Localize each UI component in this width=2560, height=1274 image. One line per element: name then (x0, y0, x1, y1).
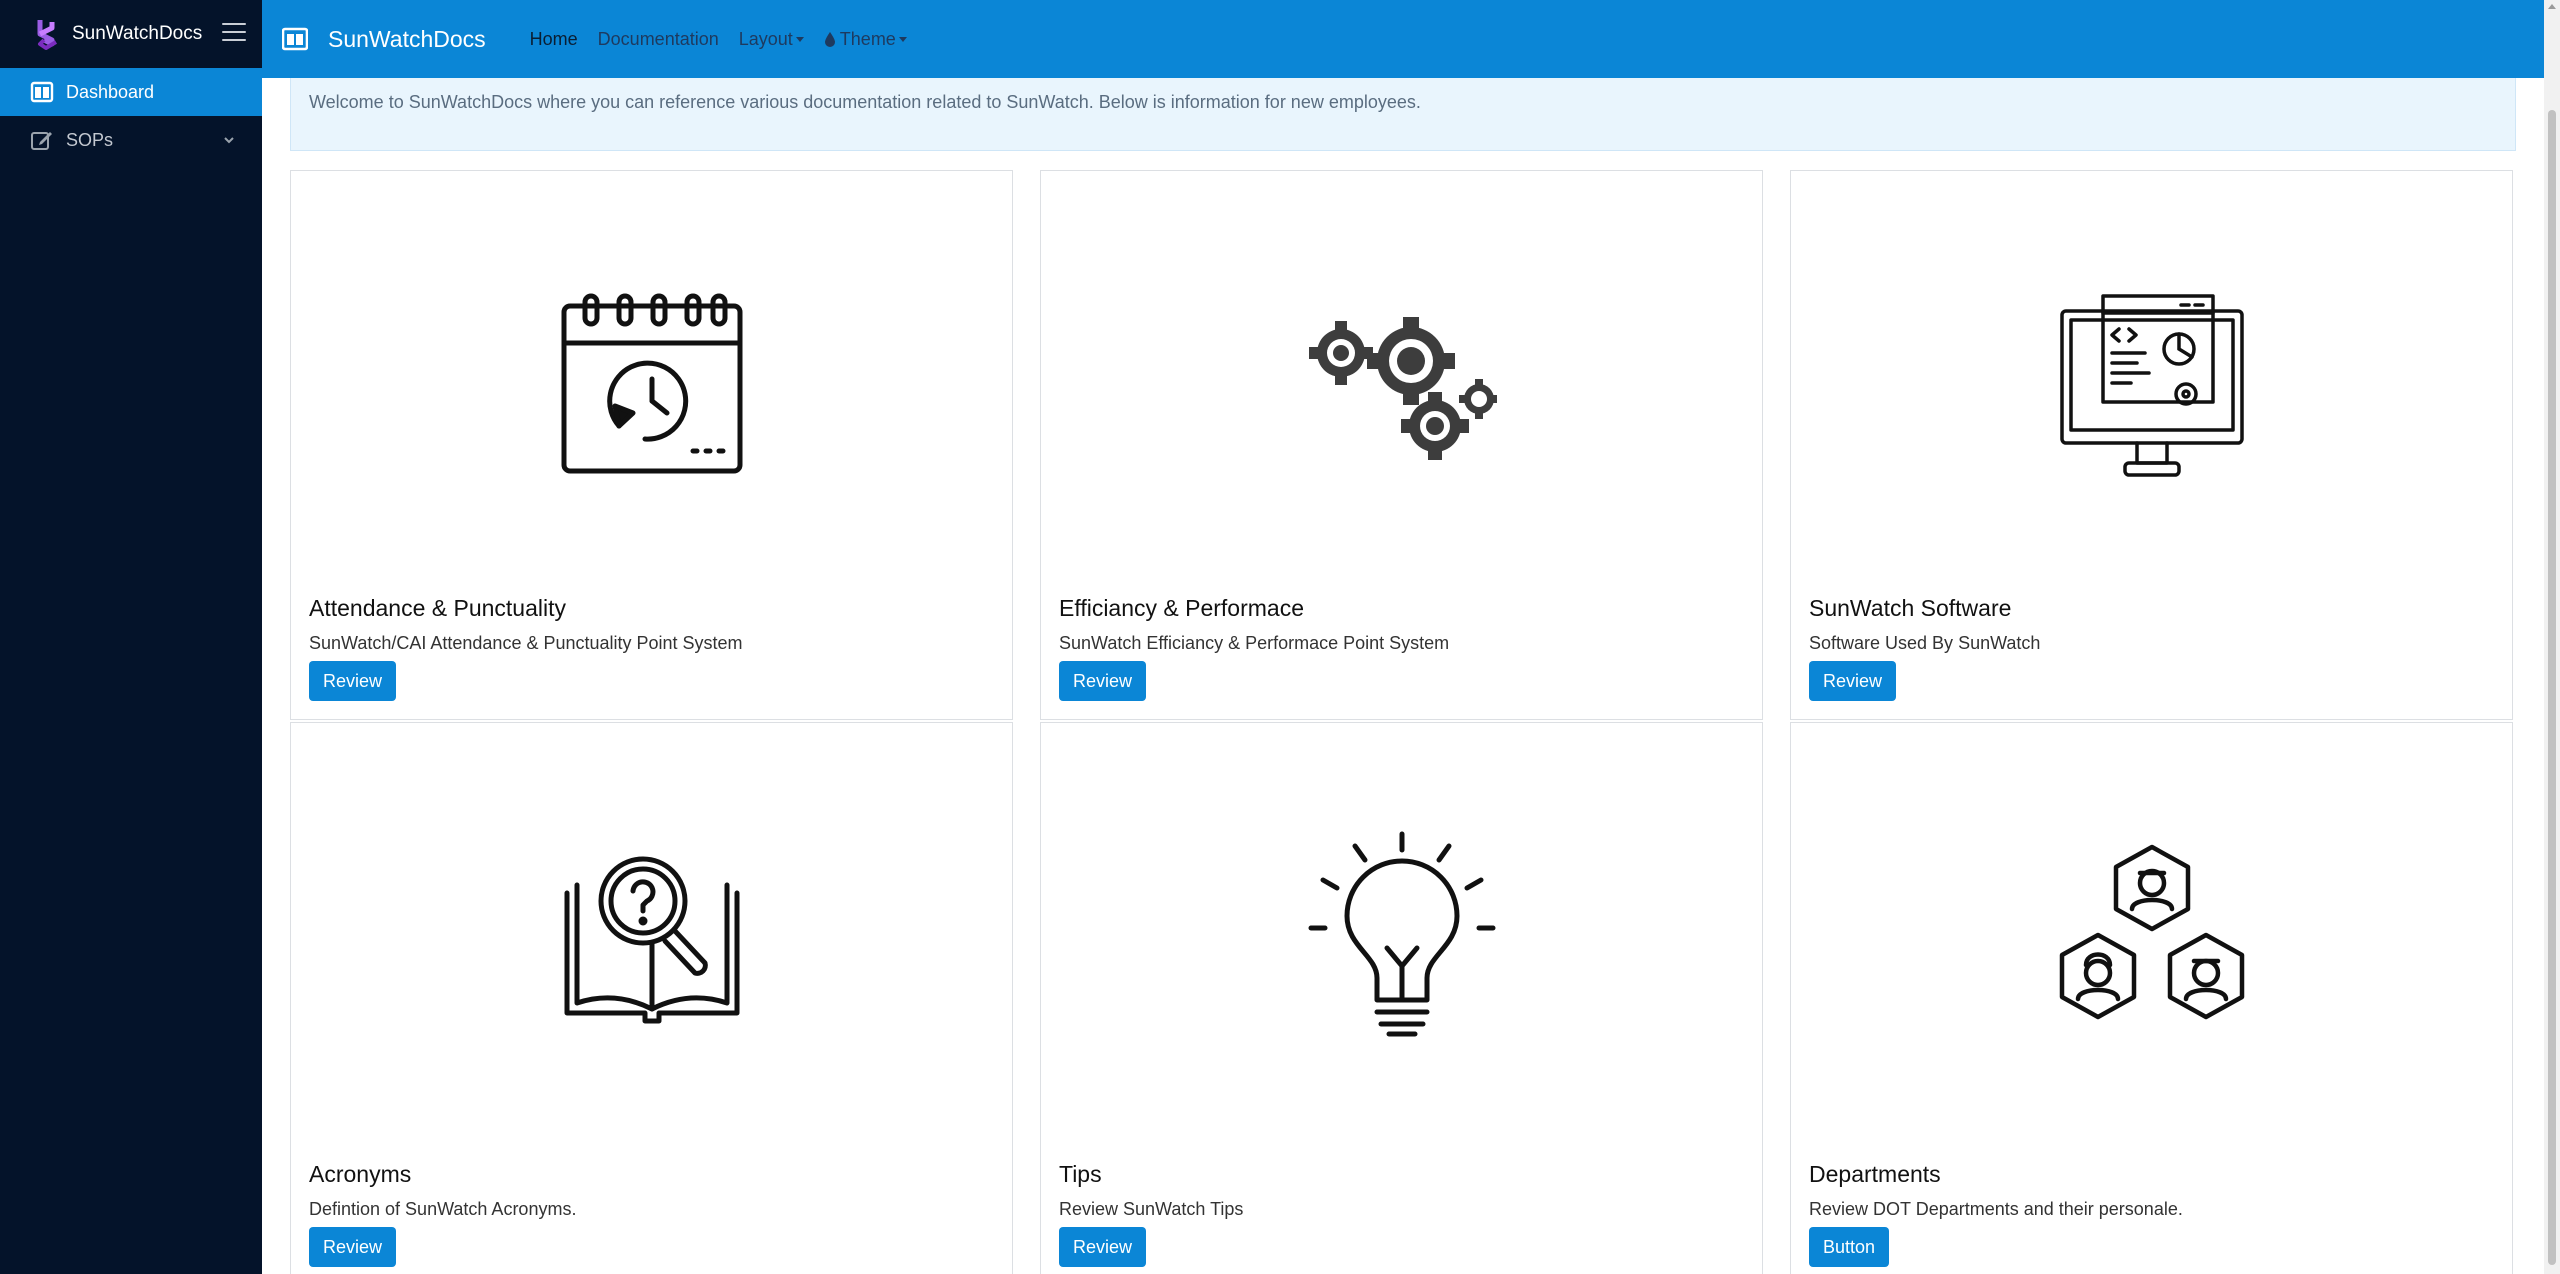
card-title: Departments (1809, 1161, 1941, 1187)
card-image (1791, 723, 2512, 1153)
card-description: SunWatch Efficiancy & Performace Point S… (1059, 633, 1450, 653)
nav-dropdown-theme[interactable]: Theme (824, 29, 907, 50)
nav-dropdown-layout[interactable]: Layout (739, 29, 804, 50)
welcome-alert-text: Welcome to SunWatchDocs where you can re… (309, 92, 1421, 112)
card-button[interactable]: Button (1809, 1227, 1890, 1267)
sidebar-brand-name: SunWatchDocs (72, 23, 203, 44)
app-root: SunWatchDocs Dashboard SOPs SunWatchDocs… (0, 0, 2560, 1274)
card-image (291, 171, 1012, 601)
review-button[interactable]: Review (309, 1227, 397, 1267)
team-hexagon-icon (2059, 844, 2244, 1020)
sidebar-item-sops[interactable]: SOPs (0, 116, 262, 164)
hamburger-menu-icon[interactable] (222, 20, 246, 44)
sidebar-item-dashboard[interactable]: Dashboard (0, 68, 262, 116)
card-acronyms: Acronyms Defintion of SunWatch Acronyms.… (290, 722, 1013, 1274)
main-content: Welcome to SunWatchDocs where you can re… (262, 78, 2544, 1274)
card-title: Attendance & Punctuality (309, 595, 566, 621)
nav-dropdown-label: Layout (738, 28, 793, 49)
book-magnifier-icon (564, 856, 739, 1024)
computer-monitor-icon (2059, 294, 2244, 477)
review-button[interactable]: Review (1059, 661, 1147, 701)
card-image (1791, 171, 2512, 601)
review-button[interactable]: Review (309, 661, 397, 701)
columns-icon (30, 80, 54, 104)
card-departments: Departments Review DOT Departments and t… (1790, 722, 2513, 1274)
nav-dropdown-label: Theme (839, 28, 896, 49)
navbar-brand-name: SunWatchDocs (328, 25, 486, 52)
navbar-brand[interactable]: SunWatchDocs (282, 26, 486, 53)
card-efficiency: Efficiancy & Performace SunWatch Efficia… (1040, 170, 1763, 720)
sidebar: SunWatchDocs Dashboard SOPs (0, 0, 262, 1274)
vertical-scrollbar[interactable] (2544, 0, 2560, 1274)
columns-icon (282, 27, 308, 51)
card-description: SunWatch/CAI Attendance & Punctuality Po… (309, 633, 743, 653)
calendar-clock-icon (561, 293, 742, 474)
card-description: Defintion of SunWatch Acronyms. (309, 1199, 577, 1219)
scrollbar-thumb[interactable] (2548, 110, 2556, 1265)
card-title: Tips (1059, 1161, 1102, 1187)
nav-link-documentation[interactable]: Documentation (598, 29, 719, 50)
card-image (1041, 723, 1762, 1153)
nav-link-home[interactable]: Home (530, 29, 578, 50)
droplet-icon (824, 32, 835, 47)
sidebar-item-label: SOPs (66, 129, 114, 150)
lightbulb-icon (1308, 831, 1495, 1037)
review-button[interactable]: Review (1809, 661, 1897, 701)
card-description: Review SunWatch Tips (1059, 1199, 1244, 1219)
card-title: Acronyms (309, 1161, 412, 1187)
chevron-down-icon (224, 137, 234, 144)
card-software: SunWatch Software Software Used By SunWa… (1790, 170, 2513, 720)
sidebar-item-label: Dashboard (66, 81, 155, 102)
card-description: Software Used By SunWatch (1809, 633, 2041, 653)
card-image (1041, 171, 1762, 601)
card-title: Efficiancy & Performace (1059, 595, 1305, 621)
gears-icon (1308, 317, 1497, 460)
navbar-links: Home Documentation Layout Theme (530, 29, 927, 50)
caret-down-icon (898, 36, 907, 42)
welcome-alert: Welcome to SunWatchDocs where you can re… (290, 78, 2516, 151)
card-tips: Tips Review SunWatch Tips Review (1040, 722, 1763, 1274)
logo-icon (37, 20, 58, 50)
caret-down-icon (795, 36, 804, 42)
scroll-up-icon[interactable] (2548, 4, 2556, 9)
card-attendance: Attendance & Punctuality SunWatch/CAI At… (290, 170, 1013, 720)
review-button[interactable]: Review (1059, 1227, 1147, 1267)
top-navbar: SunWatchDocs Home Documentation Layout T… (262, 0, 2544, 78)
card-description: Review DOT Departments and their persona… (1809, 1199, 2183, 1219)
edit-icon (30, 128, 54, 152)
card-title: SunWatch Software (1809, 595, 2012, 621)
card-image (291, 723, 1012, 1153)
